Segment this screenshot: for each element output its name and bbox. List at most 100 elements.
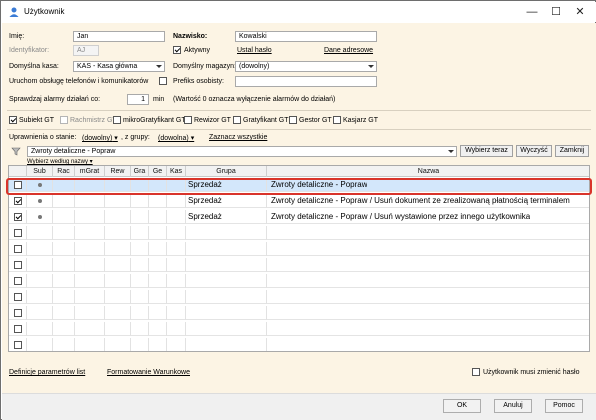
must-change-password-checkbox[interactable] xyxy=(472,368,480,376)
table-cell xyxy=(27,242,53,256)
table-row[interactable]: Sprzedaż Zwroty detaliczne - Popraw / Usu… xyxy=(9,194,589,208)
table-cell xyxy=(167,210,186,224)
table-cell xyxy=(27,226,53,240)
table-cell xyxy=(75,258,105,272)
alarm-interval-label: Sprawdzaj alarmy działań co: xyxy=(9,96,101,103)
window-title: Użytkownik xyxy=(24,7,65,16)
minimize-icon[interactable]: — xyxy=(524,5,540,19)
row-checkbox[interactable] xyxy=(14,213,22,221)
row-checkbox[interactable] xyxy=(14,261,22,269)
active-checkbox[interactable] xyxy=(173,46,181,54)
column-header[interactable]: Gra xyxy=(131,166,149,177)
table-cell xyxy=(75,338,105,351)
row-checkbox[interactable] xyxy=(14,245,22,253)
table-row[interactable] xyxy=(9,290,589,304)
table-cell xyxy=(131,306,149,320)
last-name-input[interactable]: Kowalski xyxy=(235,31,377,42)
role-checkbox[interactable] xyxy=(333,116,341,124)
column-header[interactable]: Sub xyxy=(27,166,53,177)
role-checkbox[interactable] xyxy=(233,116,241,124)
table-row[interactable] xyxy=(9,274,589,288)
title-bar[interactable]: Użytkownik — ☐ ✕ xyxy=(2,2,596,22)
column-header[interactable]: mGrat xyxy=(75,166,105,177)
row-checkbox[interactable] xyxy=(14,293,22,301)
role-checkbox[interactable] xyxy=(289,116,297,124)
column-header[interactable]: Ge xyxy=(149,166,167,177)
must-change-password-label: Użytkownik musi zmienić hasło xyxy=(483,369,580,376)
choose-by-name-dropdown[interactable]: Wybierz według nazwy ▾ xyxy=(27,158,93,165)
select-now-button[interactable]: Wybierz teraz xyxy=(460,145,513,157)
table-cell xyxy=(105,322,131,336)
personal-prefix-input[interactable] xyxy=(235,76,377,87)
table-cell xyxy=(27,306,53,320)
permission-search-input[interactable]: Zwroty detaliczne - Popraw xyxy=(27,146,457,157)
table-cell xyxy=(53,194,75,208)
set-password-link[interactable]: Ustal hasło xyxy=(237,47,272,54)
table-cell xyxy=(149,226,167,240)
table-cell xyxy=(75,306,105,320)
table-row[interactable] xyxy=(9,226,589,240)
table-row[interactable]: Sprzedaż Zwroty detaliczne - Popraw / Usu… xyxy=(9,210,589,224)
column-header-check[interactable] xyxy=(9,166,27,177)
role-checkbox[interactable] xyxy=(9,116,17,124)
table-row[interactable] xyxy=(9,306,589,320)
table-row[interactable] xyxy=(9,258,589,272)
default-cashbox-value: KAS - Kasa główna xyxy=(77,63,138,70)
cancel-button[interactable]: Anuluj xyxy=(494,399,532,413)
table-cell xyxy=(149,338,167,351)
table-cell xyxy=(149,274,167,288)
alarm-interval-input[interactable]: 1 xyxy=(127,94,149,105)
column-header[interactable]: Kas xyxy=(167,166,186,177)
table-row[interactable] xyxy=(9,338,589,351)
table-cell xyxy=(149,242,167,256)
table-cell xyxy=(131,194,149,208)
address-data-link[interactable]: Dane adresowe xyxy=(324,47,373,54)
role-label: Rewizor GT xyxy=(194,117,231,124)
row-checkbox[interactable] xyxy=(14,309,22,317)
table-row[interactable] xyxy=(9,322,589,336)
column-header[interactable]: Nazwa xyxy=(267,166,589,177)
table-cell xyxy=(27,258,53,272)
first-name-label: Imię: xyxy=(9,33,25,40)
close-icon[interactable]: ✕ xyxy=(572,5,588,19)
default-cashbox-select[interactable]: KAS - Kasa główna xyxy=(73,61,165,72)
role-checkbox[interactable] xyxy=(113,116,121,124)
ok-button[interactable]: OK xyxy=(443,399,481,413)
role-label: Gratyfikant GT xyxy=(243,117,289,124)
first-name-input[interactable]: Jan xyxy=(73,31,165,42)
row-checkbox[interactable] xyxy=(14,229,22,237)
table-cell xyxy=(131,322,149,336)
column-header[interactable]: Grupa xyxy=(186,166,267,177)
role-checkbox[interactable] xyxy=(184,116,192,124)
table-cell xyxy=(149,306,167,320)
table-row[interactable] xyxy=(9,242,589,256)
row-checkbox[interactable] xyxy=(14,341,22,349)
row-checkbox[interactable] xyxy=(14,197,22,205)
row-checkbox[interactable] xyxy=(14,277,22,285)
close-search-button[interactable]: Zamknij xyxy=(555,145,589,157)
filter-icon[interactable] xyxy=(11,147,21,156)
table-header: Sub Rac mGrat Rew Gra Ge Kas Grupa Nazwa xyxy=(9,166,589,177)
permission-search-value: Zwroty detaliczne - Popraw xyxy=(31,148,116,155)
table-cell xyxy=(167,194,186,208)
column-header[interactable]: Rew xyxy=(105,166,131,177)
table-cell xyxy=(149,210,167,224)
help-button[interactable]: Pomoc xyxy=(545,399,583,413)
role-label: Kasjarz GT xyxy=(343,117,379,124)
table-cell xyxy=(75,290,105,304)
clear-button[interactable]: Wyczyść xyxy=(516,145,552,157)
phone-support-checkbox[interactable] xyxy=(159,77,167,85)
select-all-link[interactable]: Zaznacz wszystkie xyxy=(209,134,267,141)
group-dropdown[interactable]: (dowolna) ▾ xyxy=(158,134,194,142)
column-header[interactable]: Rac xyxy=(53,166,75,177)
list-params-link[interactable]: Definicje parametrów list xyxy=(9,369,85,376)
table-cell xyxy=(167,306,186,320)
permissions-state-dropdown[interactable]: (dowolny) ▾ xyxy=(82,134,118,142)
default-warehouse-select[interactable]: (dowolny) xyxy=(235,61,377,72)
conditional-format-link[interactable]: Formatowanie Warunkowe xyxy=(107,369,190,376)
phone-support-label: Uruchom obsługę telefonów i komunikatoró… xyxy=(9,78,149,85)
maximize-icon[interactable]: ☐ xyxy=(548,5,564,19)
table-cell xyxy=(105,290,131,304)
table-cell xyxy=(105,194,131,208)
row-checkbox[interactable] xyxy=(14,325,22,333)
